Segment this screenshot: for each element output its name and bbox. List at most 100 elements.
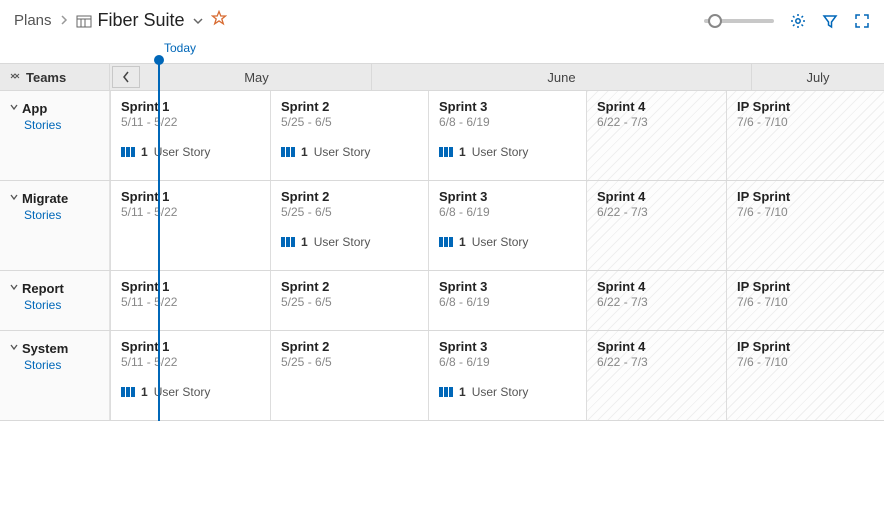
sprint-dates: 5/11 - 5/22	[121, 295, 260, 309]
zoom-thumb[interactable]	[708, 14, 722, 28]
scroll-left-button[interactable]	[112, 66, 140, 88]
plan-dropdown[interactable]	[191, 13, 205, 28]
story-summary[interactable]: 1 User Story	[281, 145, 418, 159]
sprint-title: Sprint 2	[281, 279, 418, 294]
sprint-dates: 5/25 - 6/5	[281, 295, 418, 309]
story-label: User Story	[314, 235, 371, 249]
team-sublink[interactable]: Stories	[24, 208, 101, 222]
header-toolbar	[704, 13, 870, 29]
team-sublink[interactable]: Stories	[24, 298, 101, 312]
filter-icon[interactable]	[822, 13, 838, 29]
zoom-slider[interactable]	[704, 19, 774, 23]
sprint-title: Sprint 4	[597, 339, 716, 354]
plan-icon	[76, 13, 92, 29]
sprint-dates: 5/25 - 6/5	[281, 205, 418, 219]
fullscreen-icon[interactable]	[854, 13, 870, 29]
sprint-title: Sprint 4	[597, 189, 716, 204]
story-summary[interactable]: 1 User Story	[121, 385, 260, 399]
sprint-card[interactable]: Sprint 25/25 - 6/5	[270, 271, 428, 330]
month-header-row: Teams MayJuneJuly	[0, 63, 884, 91]
sprint-dates: 6/22 - 7/3	[597, 355, 716, 369]
user-story-icon	[281, 146, 295, 158]
sprint-card[interactable]: Sprint 15/11 - 5/221User Story	[110, 91, 270, 180]
sprint-card[interactable]: Sprint 15/11 - 5/221User Story	[110, 331, 270, 420]
story-summary[interactable]: 1 User Story	[121, 145, 260, 159]
gear-icon[interactable]	[790, 13, 806, 29]
sprint-dates: 7/6 - 7/10	[737, 205, 874, 219]
sprint-track: Sprint 15/11 - 5/221User StorySprint 25/…	[110, 91, 884, 180]
sprint-card[interactable]: Sprint 36/8 - 6/191User Story	[428, 181, 586, 270]
user-story-icon	[439, 386, 453, 398]
team-sublink[interactable]: Stories	[24, 118, 101, 132]
team-row: ReportStoriesSprint 15/11 - 5/22Sprint 2…	[0, 271, 884, 331]
sprint-card[interactable]: IP Sprint7/6 - 7/10	[726, 331, 884, 420]
story-label: User Story	[154, 385, 211, 399]
team-name[interactable]: Migrate	[10, 191, 101, 206]
plan-name: Fiber Suite	[98, 10, 185, 31]
story-summary[interactable]: 1User Story	[439, 145, 576, 159]
sprint-card[interactable]: IP Sprint7/6 - 7/10	[726, 181, 884, 270]
month-header: July	[752, 64, 884, 90]
sprint-card[interactable]: Sprint 15/11 - 5/22	[110, 181, 270, 270]
story-label: User Story	[472, 235, 529, 249]
teams-header-label: Teams	[26, 70, 66, 85]
story-summary[interactable]: 1 User Story	[281, 235, 418, 249]
team-name-label: Report	[22, 281, 64, 296]
sprint-card[interactable]: Sprint 25/25 - 6/5	[270, 331, 428, 420]
story-summary[interactable]: 1User Story	[439, 235, 576, 249]
sprint-dates: 6/8 - 6/19	[439, 355, 576, 369]
team-side: Report Stories	[0, 271, 110, 330]
team-side: System Stories	[0, 331, 110, 420]
sprint-dates: 5/11 - 5/22	[121, 115, 260, 129]
story-label: User Story	[154, 145, 211, 159]
sprint-card[interactable]: Sprint 46/22 - 7/3	[586, 181, 726, 270]
sprint-title: Sprint 2	[281, 99, 418, 114]
sprint-track: Sprint 15/11 - 5/22Sprint 25/25 - 6/51Us…	[110, 181, 884, 270]
breadcrumb-plans[interactable]: Plans	[14, 12, 52, 29]
story-count: 1	[301, 235, 308, 249]
story-count: 1	[141, 385, 148, 399]
sprint-title: IP Sprint	[737, 339, 874, 354]
team-sublink[interactable]: Stories	[24, 358, 101, 372]
sprint-title: Sprint 3	[439, 189, 576, 204]
chevron-down-icon[interactable]	[10, 343, 18, 354]
sprint-card[interactable]: IP Sprint7/6 - 7/10	[726, 91, 884, 180]
team-row: AppStoriesSprint 15/11 - 5/221User Story…	[0, 91, 884, 181]
favorite-star-icon[interactable]	[211, 10, 227, 31]
story-summary[interactable]: 1User Story	[439, 385, 576, 399]
team-name[interactable]: System	[10, 341, 101, 356]
sprint-card[interactable]: Sprint 36/8 - 6/191User Story	[428, 91, 586, 180]
sprint-title: Sprint 1	[121, 189, 260, 204]
chevron-down-icon[interactable]	[10, 193, 18, 204]
story-count: 1	[301, 145, 308, 159]
sprint-card[interactable]: Sprint 46/22 - 7/3	[586, 271, 726, 330]
chevron-down-icon[interactable]	[10, 283, 18, 294]
today-marker-row: Today	[0, 39, 884, 63]
sprint-card[interactable]: Sprint 46/22 - 7/3	[586, 331, 726, 420]
sprint-card[interactable]: Sprint 36/8 - 6/19	[428, 271, 586, 330]
sprint-title: Sprint 1	[121, 339, 260, 354]
chevron-right-icon	[58, 13, 70, 28]
timeline: Teams MayJuneJuly AppStoriesSprint 15/11…	[0, 63, 884, 421]
team-name-label: App	[22, 101, 47, 116]
sprint-card[interactable]: Sprint 36/8 - 6/191User Story	[428, 331, 586, 420]
team-name[interactable]: App	[10, 101, 101, 116]
sprint-title: Sprint 4	[597, 99, 716, 114]
expand-collapse-icon[interactable]	[10, 71, 20, 84]
sprint-dates: 6/8 - 6/19	[439, 115, 576, 129]
sprint-title: IP Sprint	[737, 99, 874, 114]
teams-header[interactable]: Teams	[0, 64, 110, 90]
sprint-card[interactable]: IP Sprint7/6 - 7/10	[726, 271, 884, 330]
sprint-title: Sprint 3	[439, 279, 576, 294]
today-label: Today	[164, 41, 196, 55]
team-row: SystemStoriesSprint 15/11 - 5/221User St…	[0, 331, 884, 421]
story-count: 1	[141, 145, 148, 159]
sprint-card[interactable]: Sprint 25/25 - 6/51User Story	[270, 181, 428, 270]
chevron-down-icon[interactable]	[10, 103, 18, 114]
sprint-card[interactable]: Sprint 46/22 - 7/3	[586, 91, 726, 180]
story-label: User Story	[472, 145, 529, 159]
story-label: User Story	[314, 145, 371, 159]
team-name[interactable]: Report	[10, 281, 101, 296]
sprint-card[interactable]: Sprint 25/25 - 6/51User Story	[270, 91, 428, 180]
sprint-card[interactable]: Sprint 15/11 - 5/22	[110, 271, 270, 330]
